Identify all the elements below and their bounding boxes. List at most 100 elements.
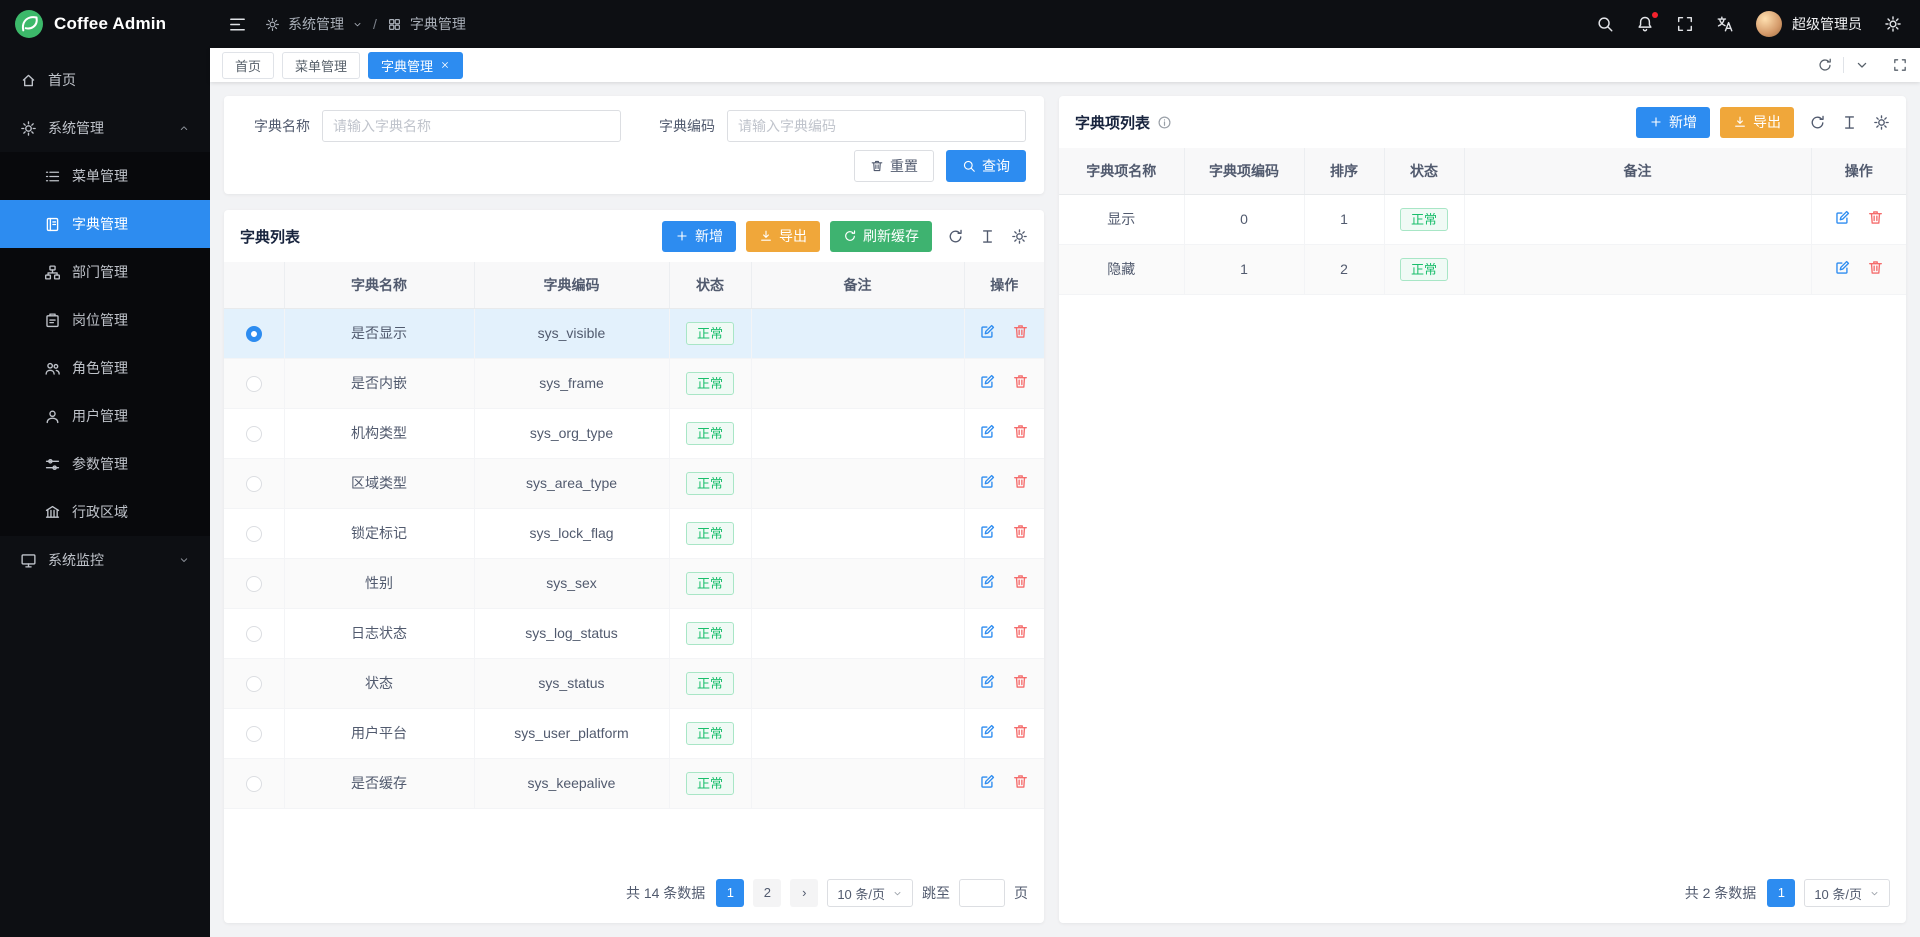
username[interactable]: 超级管理员 <box>1792 14 1862 34</box>
delete-icon[interactable] <box>1012 373 1029 390</box>
delete-icon[interactable] <box>1012 573 1029 590</box>
page-size-select[interactable]: 10 条/页 <box>827 879 913 907</box>
delete-icon[interactable] <box>1012 773 1029 790</box>
edit-icon[interactable] <box>1834 259 1851 276</box>
row-radio[interactable] <box>246 726 262 742</box>
dict-code-input[interactable] <box>727 110 1026 142</box>
page-size-select[interactable]: 10 条/页 <box>1804 879 1890 907</box>
delete-icon[interactable] <box>1012 473 1029 490</box>
delete-icon[interactable] <box>1867 259 1884 276</box>
fullscreen-icon[interactable] <box>1676 15 1694 33</box>
chevron-down-icon[interactable] <box>1844 57 1880 73</box>
info-icon[interactable] <box>1157 115 1172 130</box>
edit-icon[interactable] <box>1834 209 1851 226</box>
tab-home[interactable]: 首页 <box>222 52 274 79</box>
sidebar-item-system[interactable]: 系统管理 <box>0 104 210 152</box>
delete-icon[interactable] <box>1012 723 1029 740</box>
table-row[interactable]: 性别sys_sex正常 <box>224 558 1044 608</box>
tab-menu-mgmt[interactable]: 菜单管理 <box>282 52 360 79</box>
column-header: 字典项名称 <box>1059 148 1184 194</box>
refresh-icon[interactable] <box>947 228 964 245</box>
add-dict-button[interactable]: 新增 <box>662 221 736 252</box>
sidebar-item-dict-mgmt[interactable]: 字典管理 <box>0 200 210 248</box>
settings-icon[interactable] <box>1873 114 1890 131</box>
settings-icon[interactable] <box>1011 228 1028 245</box>
page-button-1[interactable]: 1 <box>716 879 744 907</box>
delete-icon[interactable] <box>1012 423 1029 440</box>
table-row[interactable]: 状态sys_status正常 <box>224 658 1044 708</box>
edit-icon[interactable] <box>979 723 996 740</box>
row-radio[interactable] <box>246 476 262 492</box>
sidebar-item-region[interactable]: 行政区域 <box>0 488 210 536</box>
sidebar-item-user-mgmt[interactable]: 用户管理 <box>0 392 210 440</box>
table-row[interactable]: 是否缓存sys_keepalive正常 <box>224 758 1044 808</box>
row-radio[interactable] <box>246 376 262 392</box>
edit-icon[interactable] <box>979 323 996 340</box>
delete-icon[interactable] <box>1012 673 1029 690</box>
refresh-icon[interactable] <box>1807 57 1843 73</box>
delete-icon[interactable] <box>1867 209 1884 226</box>
sidebar-item-menu-mgmt[interactable]: 菜单管理 <box>0 152 210 200</box>
translate-icon[interactable] <box>1716 15 1734 33</box>
refresh-icon[interactable] <box>1809 114 1826 131</box>
export-dict-item-button[interactable]: 导出 <box>1720 107 1794 138</box>
edit-icon[interactable] <box>979 623 996 640</box>
table-row[interactable]: 是否内嵌sys_frame正常 <box>224 358 1044 408</box>
row-radio[interactable] <box>246 326 262 342</box>
row-radio[interactable] <box>246 776 262 792</box>
table-row[interactable]: 区域类型sys_area_type正常 <box>224 458 1044 508</box>
jump-page-input[interactable] <box>959 879 1005 907</box>
edit-icon[interactable] <box>979 673 996 690</box>
table-row[interactable]: 用户平台sys_user_platform正常 <box>224 708 1044 758</box>
edit-icon[interactable] <box>979 573 996 590</box>
edit-icon[interactable] <box>979 423 996 440</box>
search-icon[interactable] <box>1596 15 1614 33</box>
delete-icon[interactable] <box>1012 523 1029 540</box>
bell-icon[interactable] <box>1636 15 1654 33</box>
content-fullscreen-icon[interactable] <box>1892 57 1908 73</box>
table-row[interactable]: 显示01正常 <box>1059 194 1906 244</box>
breadcrumb-item-system[interactable]: 系统管理 <box>288 14 344 34</box>
row-radio[interactable] <box>246 626 262 642</box>
edit-icon[interactable] <box>979 773 996 790</box>
sidebar-item-home[interactable]: 首页 <box>0 56 210 104</box>
next-page-button[interactable]: › <box>790 879 818 907</box>
table-row[interactable]: 机构类型sys_org_type正常 <box>224 408 1044 458</box>
close-icon[interactable] <box>440 60 450 70</box>
dict-name-input[interactable] <box>322 110 621 142</box>
delete-icon[interactable] <box>1012 323 1029 340</box>
menu-fold-icon[interactable] <box>228 15 247 34</box>
sidebar-item-param-mgmt[interactable]: 参数管理 <box>0 440 210 488</box>
dict-table-body: 是否显示sys_visible正常是否内嵌sys_frame正常机构类型sys_… <box>224 308 1044 808</box>
row-radio[interactable] <box>246 526 262 542</box>
column-settings-icon[interactable] <box>1841 114 1858 131</box>
table-row[interactable]: 隐藏12正常 <box>1059 244 1906 294</box>
settings-icon[interactable] <box>1884 15 1902 33</box>
edit-icon[interactable] <box>979 373 996 390</box>
delete-icon[interactable] <box>1012 623 1029 640</box>
table-row[interactable]: 是否显示sys_visible正常 <box>224 308 1044 358</box>
sidebar-item-monitor[interactable]: 系统监控 <box>0 536 210 584</box>
refresh-cache-button[interactable]: 刷新缓存 <box>830 221 932 252</box>
row-radio[interactable] <box>246 426 262 442</box>
add-dict-item-button[interactable]: 新增 <box>1636 107 1710 138</box>
edit-icon[interactable] <box>979 523 996 540</box>
sidebar-item-dept-mgmt[interactable]: 部门管理 <box>0 248 210 296</box>
column-settings-icon[interactable] <box>979 228 996 245</box>
tab-dict-mgmt[interactable]: 字典管理 <box>368 52 463 79</box>
avatar[interactable] <box>1756 11 1782 37</box>
sidebar-item-post-mgmt[interactable]: 岗位管理 <box>0 296 210 344</box>
table-row[interactable]: 锁定标记sys_lock_flag正常 <box>224 508 1044 558</box>
table-row[interactable]: 日志状态sys_log_status正常 <box>224 608 1044 658</box>
breadcrumb-item-dict[interactable]: 字典管理 <box>410 14 466 34</box>
dict-list-toolbar: 新增 导出 刷新缓存 <box>662 221 1028 252</box>
row-radio[interactable] <box>246 676 262 692</box>
reset-button[interactable]: 重置 <box>854 150 934 182</box>
page-button-1[interactable]: 1 <box>1767 879 1795 907</box>
page-button-2[interactable]: 2 <box>753 879 781 907</box>
row-radio[interactable] <box>246 576 262 592</box>
query-button[interactable]: 查询 <box>946 150 1026 182</box>
export-dict-button[interactable]: 导出 <box>746 221 820 252</box>
sidebar-item-role-mgmt[interactable]: 角色管理 <box>0 344 210 392</box>
edit-icon[interactable] <box>979 473 996 490</box>
